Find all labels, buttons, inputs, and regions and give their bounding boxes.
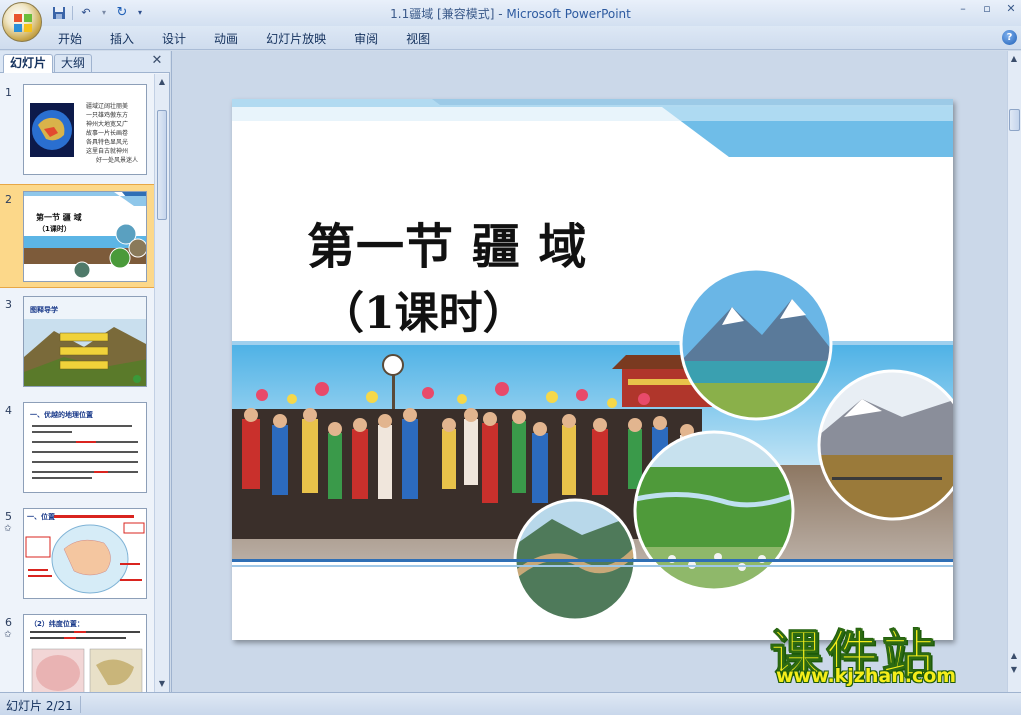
office-logo-icon: [14, 14, 32, 32]
tab-outline[interactable]: 大纲: [54, 54, 93, 73]
slide2-background: [24, 192, 146, 279]
slide-number: 5: [5, 510, 12, 523]
tab-review[interactable]: 审阅: [340, 30, 392, 48]
window-controls: – ▫ ✕: [957, 3, 1017, 15]
tab-slides[interactable]: 幻灯片: [3, 54, 54, 73]
slide-thumbnail-2[interactable]: 2 第一节 疆 域 （1课时）: [0, 184, 154, 288]
title-bar: ↶ ▾ ↻ ▾ 1.1疆域 [兼容模式] - Microsoft PowerPo…: [0, 0, 1021, 26]
slide-subtitle[interactable]: （1课时）: [320, 277, 527, 341]
slide1-line: 神州大地宽又广: [86, 121, 129, 128]
slide1-line: 一只雄鸡傲东方: [86, 112, 129, 119]
slide2-title: 第一节 疆 域: [36, 213, 82, 222]
help-icon[interactable]: ?: [1002, 30, 1017, 45]
scroll-down-icon[interactable]: ▼: [157, 678, 167, 690]
slide4-title: 一、优越的地理位置: [30, 411, 93, 419]
slide-preview[interactable]: （2）纬度位置：: [23, 614, 147, 692]
slide2-subtitle: （1课时）: [38, 225, 71, 233]
slide-scrollbar[interactable]: ▲ ▲ ▼: [1007, 51, 1021, 692]
slide5-title: 一、位置: [27, 513, 55, 521]
slide-preview[interactable]: 疆域辽阔壮丽美 一只雄鸡傲东方 神州大地宽又广 故事一片长画卷 各具特色显风光 …: [23, 84, 147, 175]
tab-animations[interactable]: 动画: [200, 30, 252, 48]
slide-number: 1: [5, 86, 12, 99]
slide-thumbnail-1[interactable]: 1 疆域辽阔壮丽美 一只雄鸡傲东方 神州大地宽又广 故事一片长画卷 各具特色显风…: [0, 78, 154, 182]
animation-star-icon: ✩: [4, 630, 12, 640]
minimize-icon[interactable]: –: [957, 3, 969, 15]
scroll-up-icon[interactable]: ▲: [157, 76, 167, 88]
status-bar: 幻灯片 2/21: [0, 692, 1021, 715]
slide-thumbnail-3[interactable]: 3 图释导学: [0, 290, 154, 394]
slide1-line: 故事一片长画卷: [86, 130, 129, 137]
slide-thumbnail-6[interactable]: 6 ✩ （2）纬度位置：: [0, 608, 154, 692]
slide-thumbnail-list: 1 疆域辽阔壮丽美 一只雄鸡傲东方 神州大地宽又广 故事一片长画卷 各具特色显风…: [0, 74, 154, 692]
scroll-up-icon[interactable]: ▲: [1009, 53, 1019, 65]
previous-slide-icon[interactable]: ▲: [1009, 650, 1019, 662]
tab-home[interactable]: 开始: [44, 30, 96, 48]
slide1-line: 疆域辽阔壮丽美: [86, 103, 129, 110]
animation-star-icon: ✩: [4, 524, 12, 534]
slide-title[interactable]: 第一节 疆 域: [307, 207, 587, 277]
scrollbar-thumb[interactable]: [1009, 109, 1020, 131]
tab-view[interactable]: 视图: [392, 30, 444, 48]
slide6-title: （2）纬度位置：: [30, 620, 84, 628]
slide-preview[interactable]: 第一节 疆 域 （1课时）: [23, 191, 147, 282]
thumbnail-scrollbar[interactable]: ▲ ▼: [154, 74, 169, 692]
office-button[interactable]: [2, 2, 42, 42]
ribbon-tabs: 开始 插入 设计 动画 幻灯片放映 审阅 视图: [44, 30, 444, 48]
watermark: 课件站 www.kjzhan.com: [769, 613, 1010, 693]
slide-counter: 幻灯片 2/21: [6, 699, 73, 713]
window-title: 1.1疆域 [兼容模式] - Microsoft PowerPoint: [0, 5, 1021, 22]
ribbon-tab-bar: 开始 插入 设计 动画 幻灯片放映 审阅 视图 ?: [0, 26, 1021, 50]
slide-preview[interactable]: 一、位置: [23, 508, 147, 599]
slides-pane: 幻灯片 大纲 ✕ 1 疆域辽阔壮丽美 一只雄鸡傲东方 神州大地宽又广 故事一片长…: [0, 51, 170, 692]
slide1-line: 这里自古就神州: [86, 148, 129, 155]
pane-tabs: 幻灯片 大纲 ✕: [0, 51, 170, 73]
slide3-title: 图释导学: [30, 306, 58, 314]
slide-number: 2: [5, 193, 12, 206]
tab-design[interactable]: 设计: [148, 30, 200, 48]
slide-thumbnail-4[interactable]: 4 一、优越的地理位置: [0, 396, 154, 500]
maximize-icon[interactable]: ▫: [981, 3, 993, 15]
slide-thumbnail-5[interactable]: 5 ✩ 一、位置: [0, 502, 154, 606]
slide-preview[interactable]: 一、优越的地理位置: [23, 402, 147, 493]
slide1-line: 各具特色显风光: [86, 139, 129, 146]
document-title: 1.1疆域 [兼容模式] -: [390, 7, 507, 21]
next-slide-icon[interactable]: ▼: [1009, 664, 1019, 676]
china-map-image: [25, 515, 145, 594]
scrollbar-thumb[interactable]: [157, 110, 167, 220]
app-name: Microsoft PowerPoint: [506, 7, 631, 21]
tab-insert[interactable]: 插入: [96, 30, 148, 48]
slide-editing-area: 第一节 疆 域 （1课时）: [171, 51, 1007, 692]
slide1-line: 好一处风景迷人: [96, 157, 139, 164]
slide-number: 3: [5, 298, 12, 311]
close-pane-icon[interactable]: ✕: [150, 54, 164, 68]
slide-number: 6: [5, 616, 12, 629]
slide-artwork: [232, 99, 953, 622]
watermark-url: www.kjzhan.com: [776, 665, 957, 687]
current-slide[interactable]: 第一节 疆 域 （1课时）: [232, 99, 953, 640]
slide-number: 4: [5, 404, 12, 417]
status-separator: [80, 696, 81, 713]
slide-preview[interactable]: 图释导学: [23, 296, 147, 387]
tab-slideshow[interactable]: 幻灯片放映: [252, 30, 340, 48]
close-icon[interactable]: ✕: [1005, 3, 1017, 15]
